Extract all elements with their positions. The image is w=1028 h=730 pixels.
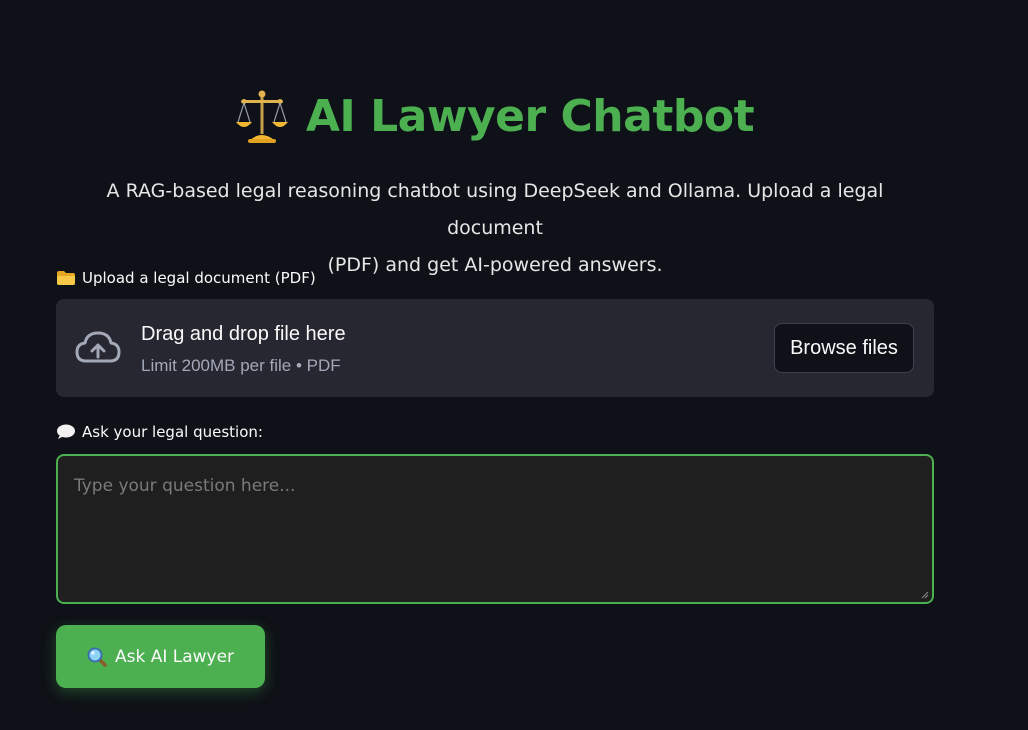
- upload-label-text: Upload a legal document (PDF): [82, 269, 316, 287]
- page-header: AI Lawyer Chatbot: [56, 88, 934, 144]
- page-title: AI Lawyer Chatbot: [305, 90, 755, 142]
- file-dropzone[interactable]: Drag and drop file here Limit 200MB per …: [56, 299, 934, 397]
- page-subtitle: A RAG-based legal reasoning chatbot usin…: [56, 173, 934, 284]
- question-label: Ask your legal question:: [56, 423, 263, 441]
- ask-button-label: Ask AI Lawyer: [114, 646, 235, 667]
- question-input-wrapper: [56, 454, 934, 604]
- cloud-upload-icon: [75, 331, 121, 363]
- folder-icon: [57, 271, 75, 285]
- magnifier-icon: [87, 647, 107, 667]
- ask-ai-lawyer-button[interactable]: Ask AI Lawyer: [56, 625, 265, 688]
- resize-handle-icon[interactable]: [921, 591, 929, 599]
- browse-files-button[interactable]: Browse files: [774, 323, 914, 373]
- speech-bubble-icon: [57, 424, 75, 439]
- upload-label: Upload a legal document (PDF): [56, 269, 316, 287]
- question-label-text: Ask your legal question:: [82, 423, 263, 441]
- question-input[interactable]: [58, 456, 932, 602]
- scales-icon: [235, 90, 288, 143]
- dropzone-instructions: Drag and drop file here: [141, 323, 346, 345]
- dropzone-limit: Limit 200MB per file • PDF: [141, 356, 341, 375]
- subtitle-line-1: A RAG-based legal reasoning chatbot usin…: [106, 180, 884, 239]
